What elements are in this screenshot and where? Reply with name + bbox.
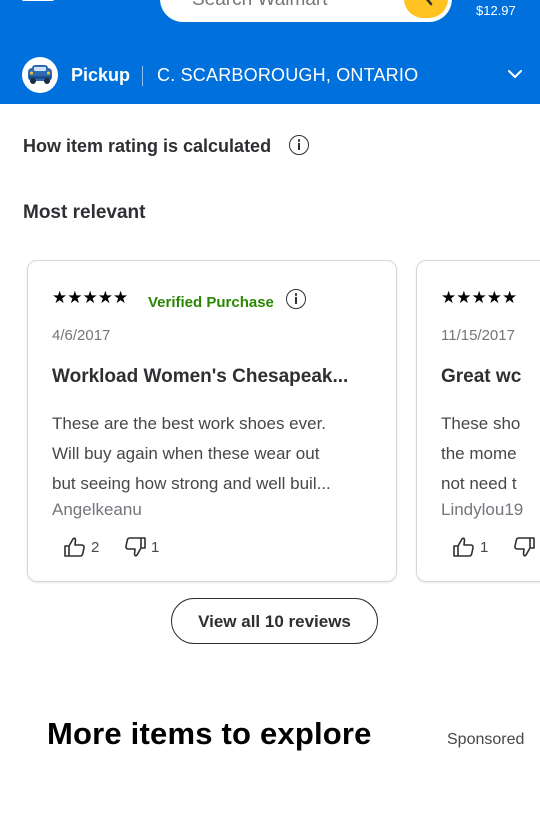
search-input[interactable]: Search Walmart (160, 0, 452, 22)
info-icon[interactable] (286, 289, 306, 309)
verified-purchase-badge: Verified Purchase (148, 294, 274, 311)
search-placeholder: Search Walmart (192, 0, 328, 11)
review-date: 11/15/2017 (441, 327, 515, 344)
review-text-line: the mome (441, 444, 517, 463)
review-text-line: but seeing how strong and well buil... (52, 474, 331, 493)
search-icon (426, 0, 433, 6)
sponsored-label: Sponsored (447, 731, 525, 748)
review-text-line: These are the best work shoes ever. (52, 414, 327, 433)
review-date: 4/6/2017 (52, 327, 111, 344)
helpful-count: 1 (480, 539, 489, 556)
thumbs-up-icon (453, 537, 474, 557)
thumbs-up-icon (64, 537, 85, 557)
info-icon[interactable] (289, 135, 309, 155)
reviews-carousel[interactable]: ★★★★★ Verified Purchase 4/6/2017 Workloa… (0, 258, 540, 586)
view-all-reviews-button[interactable]: View all 10 reviews (171, 598, 378, 644)
star-rating: ★★★★★ (52, 288, 129, 307)
star-rating: ★★★★★ (441, 288, 518, 307)
pickup-location: C. SCARBOROUGH, ONTARIO (157, 65, 419, 85)
pickup-selector[interactable]: Pickup C. SCARBOROUGH, ONTARIO (0, 52, 540, 96)
pickup-label: Pickup (71, 65, 131, 85)
unhelpful-count: 1 (151, 539, 160, 556)
review-author: Lindylou19 (441, 500, 524, 519)
review-text: These sho the mome not need t (441, 409, 540, 499)
thumbs-down-icon (514, 537, 535, 557)
review-text-line: Will buy again when these wear out (52, 444, 320, 463)
review-card[interactable]: ★★★★★ 11/15/2017 Great wc These sho the … (416, 260, 540, 582)
walmart-spark-logo[interactable] (95, 0, 135, 16)
section-title: More items to explore (47, 716, 372, 751)
thumbs-down-icon (125, 537, 146, 557)
app-header: Search Walmart $12.97 Pickup C. SCARBORO… (0, 0, 540, 104)
divider (142, 66, 143, 86)
search-button[interactable] (404, 0, 448, 18)
review-card[interactable]: ★★★★★ Verified Purchase 4/6/2017 Workloa… (27, 260, 397, 582)
helpful-count: 2 (91, 539, 100, 556)
cart-total[interactable]: $12.97 (476, 3, 516, 18)
review-title: Workload Women's Chesapeak... (52, 366, 349, 387)
review-author: Angelkeanu (52, 500, 142, 519)
rating-calculation-link[interactable]: How item rating is calculated (23, 136, 271, 157)
pickup-car-icon (22, 57, 58, 93)
review-text: These are the best work shoes ever. Will… (52, 409, 382, 499)
sort-label[interactable]: Most relevant (23, 202, 145, 224)
review-text-line: These sho (441, 414, 521, 433)
review-text-line: not need t (441, 474, 517, 493)
menu-icon[interactable] (22, 0, 56, 8)
chevron-down-icon[interactable] (507, 68, 523, 80)
review-title: Great wc (441, 366, 522, 387)
